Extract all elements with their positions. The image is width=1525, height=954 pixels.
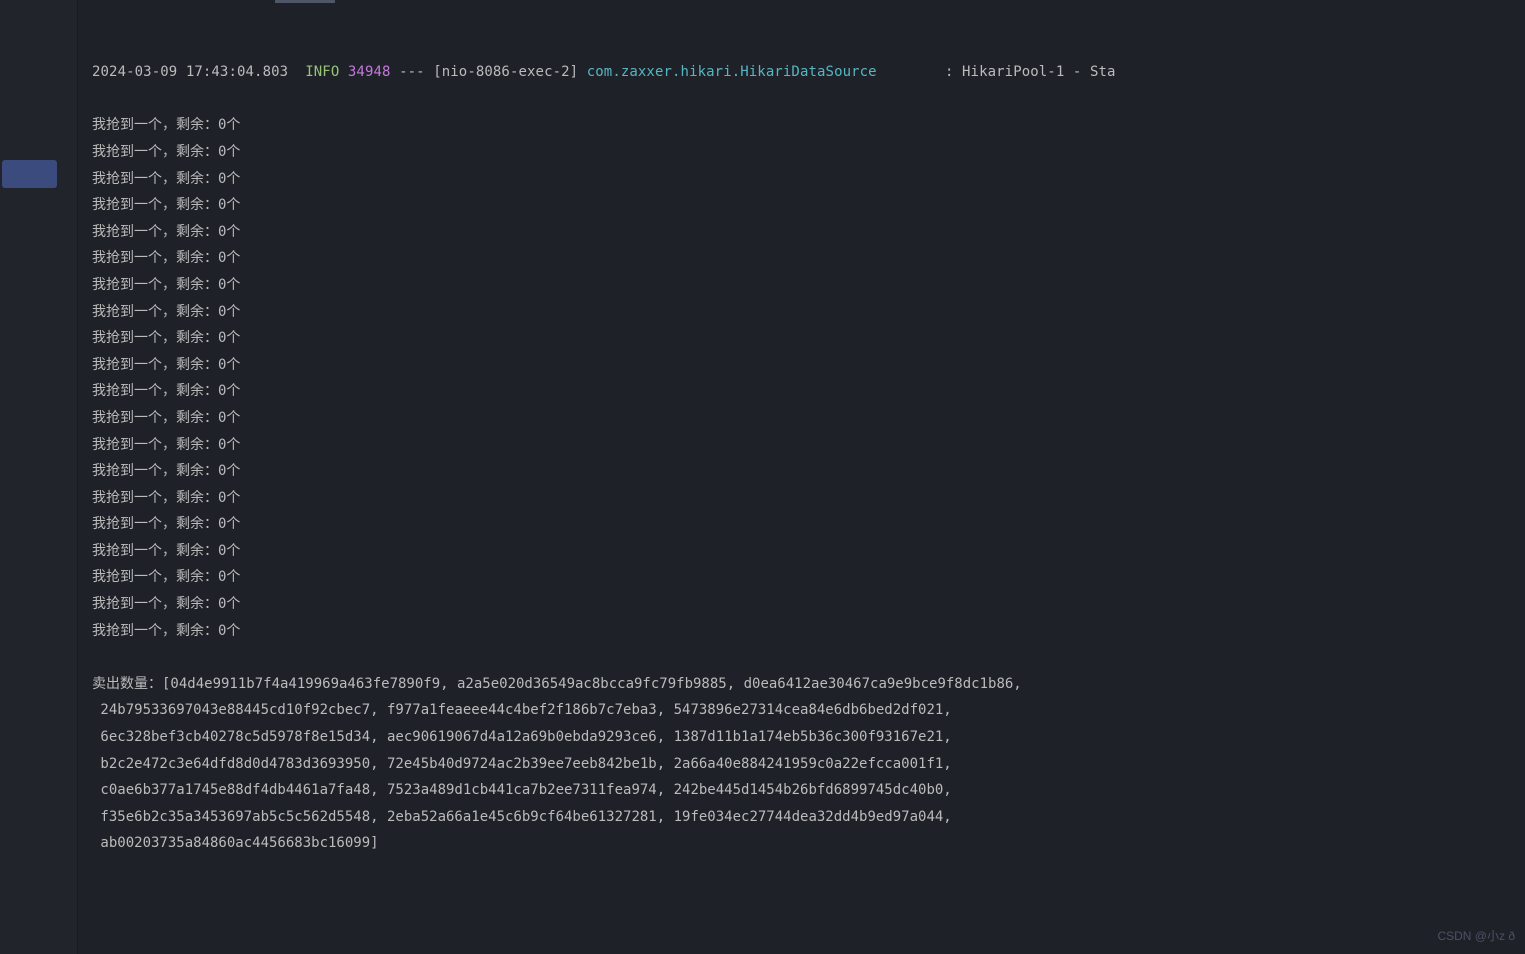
output-line: 我抢到一个，剩余：0个	[92, 325, 1511, 352]
output-line: 我抢到一个，剩余：0个	[92, 405, 1511, 432]
console-container: 2024-03-09 17:43:04.803 INFO 34948 --- […	[0, 0, 1525, 954]
log-separator: ---	[399, 64, 425, 80]
output-line: 我抢到一个，剩余：0个	[92, 112, 1511, 139]
log-logger: com.zaxxer.hikari.HikariDataSource	[587, 64, 877, 80]
log-thread: [nio-8086-exec-2]	[433, 64, 578, 80]
log-timestamp: 2024-03-09 17:43:04.803	[92, 64, 288, 80]
output-line: 我抢到一个，剩余：0个	[92, 352, 1511, 379]
output-line: 我抢到一个，剩余：0个	[92, 538, 1511, 565]
output-line: 我抢到一个，剩余：0个	[92, 511, 1511, 538]
output-line: 我抢到一个，剩余：0个	[92, 299, 1511, 326]
sidebar	[0, 0, 78, 954]
sold-line: ab00203735a84860ac4456683bc16099]	[92, 830, 1511, 857]
output-line: 我抢到一个，剩余：0个	[92, 378, 1511, 405]
output-line: 我抢到一个，剩余：0个	[92, 432, 1511, 459]
output-line: 我抢到一个，剩余：0个	[92, 458, 1511, 485]
output-line: 我抢到一个，剩余：0个	[92, 485, 1511, 512]
output-line: 我抢到一个，剩余：0个	[92, 166, 1511, 193]
watermark: CSDN @小z ð	[1437, 925, 1515, 948]
sold-line: 24b79533697043e88445cd10f92cbec7, f977a1…	[92, 697, 1511, 724]
sold-block: 卖出数量：[04d4e9911b7f4a419969a463fe7890f9, …	[92, 671, 1511, 857]
log-pid: 34948	[348, 64, 391, 80]
log-header-line: 2024-03-09 17:43:04.803 INFO 34948 --- […	[92, 59, 1511, 86]
sold-line: f35e6b2c35a3453697ab5c5c562d5548, 2eba52…	[92, 804, 1511, 831]
output-line: 我抢到一个，剩余：0个	[92, 192, 1511, 219]
sold-line: 卖出数量：[04d4e9911b7f4a419969a463fe7890f9, …	[92, 671, 1511, 698]
sidebar-selected-item[interactable]	[2, 160, 57, 188]
sold-line: b2c2e472c3e64dfd8d0d4783d3693950, 72e45b…	[92, 751, 1511, 778]
output-line: 我抢到一个，剩余：0个	[92, 564, 1511, 591]
log-colon: :	[945, 64, 954, 80]
console-output[interactable]: 2024-03-09 17:43:04.803 INFO 34948 --- […	[78, 0, 1525, 954]
output-lines-block: 我抢到一个，剩余：0个我抢到一个，剩余：0个我抢到一个，剩余：0个我抢到一个，剩…	[92, 112, 1511, 644]
sold-line: c0ae6b377a1745e88df4db4461a7fa48, 7523a4…	[92, 777, 1511, 804]
output-line: 我抢到一个，剩余：0个	[92, 272, 1511, 299]
tab-indicator	[275, 0, 335, 3]
output-line: 我抢到一个，剩余：0个	[92, 591, 1511, 618]
log-message: HikariPool-1 - Sta	[962, 64, 1116, 80]
output-line: 我抢到一个，剩余：0个	[92, 618, 1511, 645]
sold-line: 6ec328bef3cb40278c5d5978f8e15d34, aec906…	[92, 724, 1511, 751]
output-line: 我抢到一个，剩余：0个	[92, 139, 1511, 166]
log-level: INFO	[305, 64, 339, 80]
output-line: 我抢到一个，剩余：0个	[92, 219, 1511, 246]
output-line: 我抢到一个，剩余：0个	[92, 245, 1511, 272]
